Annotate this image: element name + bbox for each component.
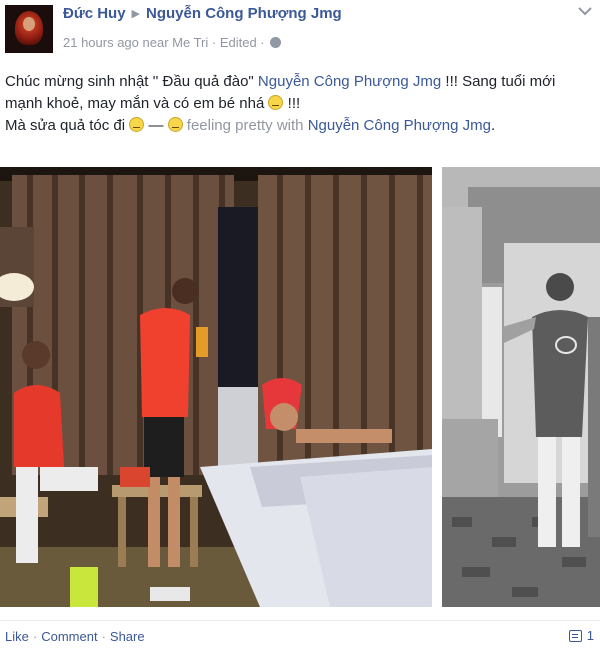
- message-text: Chúc mừng sinh nhật '' Đầu quả đào": [5, 73, 258, 90]
- share-link[interactable]: Share: [110, 629, 145, 644]
- tagged-friend-link[interactable]: Nguyễn Công Phượng Jmg: [258, 73, 441, 90]
- author-avatar[interactable]: [5, 5, 53, 53]
- photo-mirror-selfie: [442, 167, 600, 607]
- feeling-emoji-icon: [167, 117, 183, 132]
- post-photo-main[interactable]: [0, 167, 432, 607]
- post-actions: Like · Comment · Share: [5, 629, 145, 644]
- post-header: Đức Huy ▶ Nguyễn Công Phượng Jmg: [63, 5, 342, 22]
- comment-count-button[interactable]: 1: [568, 628, 594, 643]
- author-name-link[interactable]: Đức Huy: [63, 5, 126, 22]
- timestamp-link[interactable]: 21 hours ago near Me Tri: [63, 35, 208, 50]
- post-photo-secondary[interactable]: [442, 167, 600, 607]
- photo-hotel-room: [0, 167, 432, 607]
- feeling-text: feeling pretty with: [182, 117, 308, 134]
- separator-dot: ·: [101, 629, 106, 644]
- footer-divider: [0, 620, 600, 621]
- message-text: .: [491, 117, 496, 134]
- comment-icon: [568, 629, 582, 642]
- post-meta: 21 hours ago near Me Tri · Edited ·: [63, 35, 282, 50]
- message-text: Mà sửa quả tóc đi: [5, 117, 130, 134]
- comment-count: 1: [586, 628, 594, 643]
- edited-label[interactable]: · Edited ·: [212, 35, 265, 50]
- comment-link[interactable]: Comment: [41, 629, 97, 644]
- feed-post: Đức Huy ▶ Nguyễn Công Phượng Jmg 21 hours …: [0, 0, 600, 652]
- avatar-face: [23, 17, 35, 31]
- emoji-icon: [268, 95, 284, 110]
- target-name-link[interactable]: Nguyễn Công Phượng Jmg: [146, 5, 342, 22]
- message-text: —: [144, 117, 168, 134]
- post-message: Chúc mừng sinh nhật '' Đầu quả đào" Nguy…: [5, 71, 590, 137]
- emoji-icon: [129, 117, 145, 132]
- tagged-friend-link[interactable]: Nguyễn Công Phượng Jmg: [308, 117, 491, 134]
- message-text: !!!: [283, 95, 301, 112]
- separator-dot: ·: [32, 629, 38, 644]
- globe-icon[interactable]: [270, 37, 282, 48]
- chevron-down-icon[interactable]: [578, 6, 592, 16]
- like-link[interactable]: Like: [5, 629, 29, 644]
- arrow-right-icon: ▶: [131, 8, 141, 20]
